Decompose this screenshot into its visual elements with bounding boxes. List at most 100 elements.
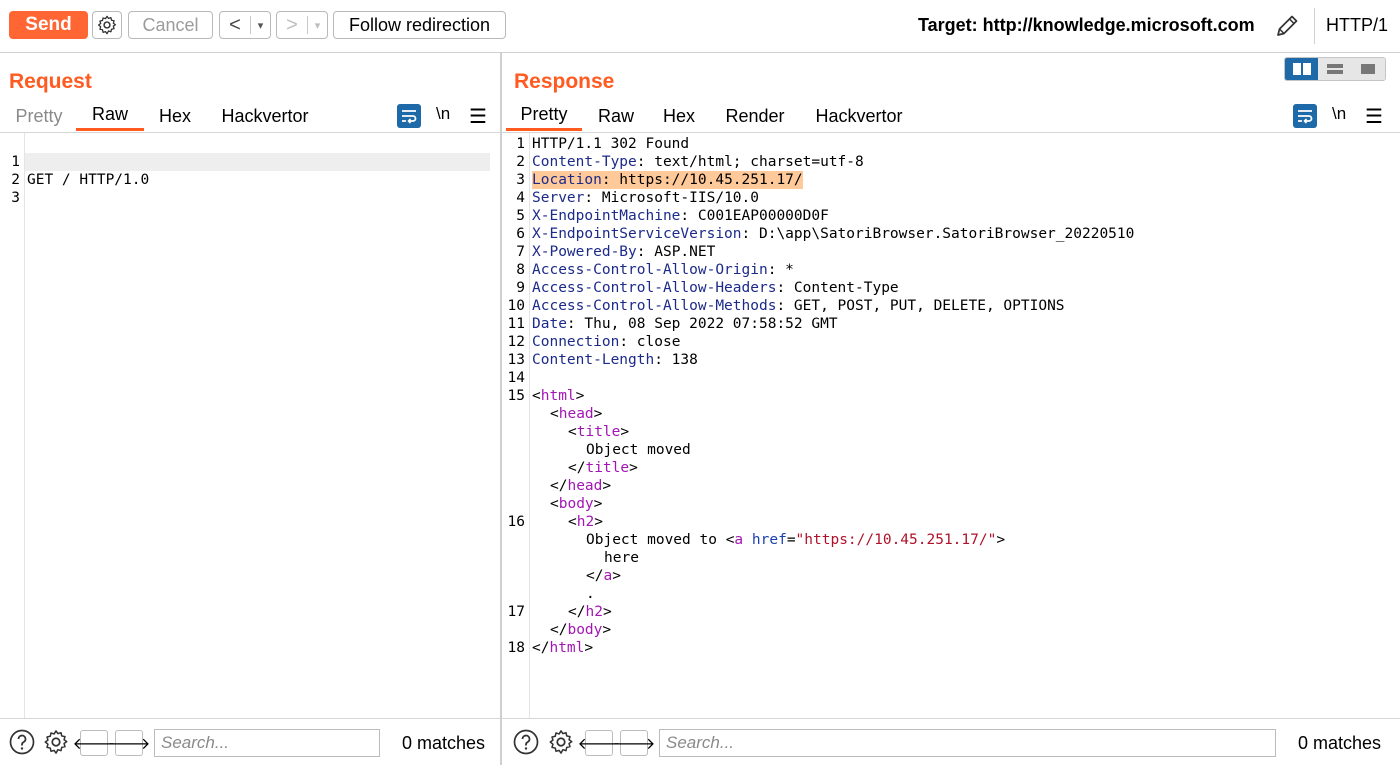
- search-next-button[interactable]: 🡒: [613, 730, 655, 756]
- response-newline-toggle[interactable]: \n: [1332, 104, 1346, 124]
- search-prev-button[interactable]: 🡐: [578, 730, 620, 756]
- code-line: 17 </h2>: [502, 603, 1400, 621]
- response-match-count: 0 matches: [1298, 733, 1382, 753]
- follow-redirection-button[interactable]: Follow redirection: [333, 11, 506, 39]
- line-number: 10: [507, 298, 525, 314]
- header-name: Access-Control-Allow-Headers: [532, 280, 777, 296]
- code-text: .: [586, 585, 595, 603]
- code-text: Content-Type: text/html; charset=utf-8: [532, 153, 864, 171]
- request-tab-hackvertor[interactable]: Hackvertor: [212, 101, 318, 131]
- html-tag-name: html: [549, 640, 585, 656]
- code-line: 9 Access-Control-Allow-Headers: Content-T…: [502, 279, 1400, 297]
- request-title: Request: [9, 70, 92, 93]
- code-token: .: [586, 586, 595, 602]
- layout-stacked-button[interactable]: [1318, 58, 1352, 80]
- request-tab-hex[interactable]: Hex: [152, 101, 198, 131]
- code-token: close: [628, 334, 681, 350]
- code-line: 7 X-Powered-By: ASP.NET: [502, 243, 1400, 261]
- code-punctuation: </: [568, 460, 586, 476]
- code-punctuation: :: [601, 172, 611, 188]
- history-back-button[interactable]: <: [220, 14, 250, 37]
- code-text: Access-Control-Allow-Headers: Content-Ty…: [532, 279, 899, 297]
- response-tab-pretty[interactable]: Pretty: [506, 101, 582, 131]
- edit-target-icon[interactable]: [1272, 11, 1302, 41]
- response-wrap-toggle[interactable]: [1293, 104, 1317, 128]
- code-text: Content-Length: 138: [532, 351, 698, 369]
- request-search-input[interactable]: [154, 729, 380, 757]
- rows-icon: [1326, 64, 1343, 74]
- code-text: </a>: [586, 567, 621, 585]
- code-punctuation: <: [550, 406, 559, 422]
- request-tab-pretty[interactable]: Pretty: [8, 101, 70, 131]
- html-tag-name: body: [558, 496, 594, 512]
- send-options-button[interactable]: [92, 11, 122, 39]
- code-token: ASP.NET: [645, 244, 716, 260]
- html-tag-name: h2: [585, 604, 603, 620]
- response-tab-hex[interactable]: Hex: [656, 101, 702, 131]
- help-icon[interactable]: [512, 728, 540, 756]
- code-punctuation: <: [550, 496, 559, 512]
- layout-single-button[interactable]: [1351, 58, 1385, 80]
- line-number: 2: [516, 154, 525, 170]
- cancel-button[interactable]: Cancel: [128, 11, 213, 39]
- code-line: 1 GET / HTTP/1.0: [0, 135, 500, 188]
- code-line: </head>: [502, 477, 1400, 495]
- layout-toggle: [1284, 57, 1386, 81]
- layout-side-by-side-button[interactable]: [1285, 58, 1319, 80]
- protocol-selector[interactable]: HTTP/1: [1326, 15, 1388, 36]
- code-punctuation: >: [593, 406, 603, 422]
- code-token: text/html; charset=utf-8: [645, 154, 864, 170]
- code-token: "https://10.45.251.17/": [795, 532, 997, 548]
- code-line: 14: [502, 369, 1400, 387]
- gear-icon[interactable]: [42, 728, 70, 756]
- line-number: 9: [516, 280, 525, 296]
- gear-icon[interactable]: [547, 728, 575, 756]
- line-number: 3: [516, 172, 525, 188]
- history-forward-dropdown[interactable]: ▾: [308, 19, 327, 32]
- html-tag-name: title: [576, 424, 621, 440]
- code-punctuation: </: [532, 640, 550, 656]
- code-token: 138: [662, 352, 698, 368]
- html-tag-name: a: [734, 532, 744, 548]
- code-token: Microsoft-IIS/10.0: [593, 190, 759, 206]
- line-number: 18: [507, 640, 525, 656]
- request-tab-raw[interactable]: Raw: [76, 101, 144, 131]
- word-wrap-icon: [402, 110, 417, 124]
- request-menu-icon[interactable]: ☰: [469, 104, 487, 129]
- response-tab-raw[interactable]: Raw: [590, 101, 642, 131]
- code-line: 4 Server: Microsoft-IIS/10.0: [502, 189, 1400, 207]
- send-button[interactable]: Send: [9, 11, 88, 39]
- response-editor[interactable]: 1 HTTP/1.1 302 Found 2 Content-Type: text/h…: [502, 132, 1400, 718]
- line-number: 4: [516, 190, 525, 206]
- code-token: D:\app\SatoriBrowser.SatoriBrowser_20220…: [750, 226, 1135, 242]
- line-number: 11: [507, 316, 525, 332]
- history-forward-button[interactable]: >: [277, 14, 307, 37]
- code-text: <head>: [550, 405, 602, 423]
- help-icon[interactable]: [8, 728, 36, 756]
- response-search-input[interactable]: [659, 729, 1276, 757]
- response-menu-icon[interactable]: ☰: [1365, 104, 1383, 129]
- html-tag-name: body: [567, 622, 603, 638]
- response-tab-render[interactable]: Render: [720, 101, 790, 131]
- history-back-dropdown[interactable]: ▾: [251, 19, 270, 32]
- request-wrap-toggle[interactable]: [397, 104, 421, 128]
- code-token: *: [776, 262, 794, 278]
- code-punctuation: </: [586, 568, 604, 584]
- target-label: Target: http://knowledge.microsoft.com: [918, 15, 1255, 35]
- gear-icon: [97, 15, 117, 35]
- code-line: <head>: [502, 405, 1400, 423]
- response-footer: 🡐 🡒 0 matches: [502, 718, 1400, 765]
- request-editor[interactable]: 1 GET / HTTP/1.0 2 3: [0, 132, 500, 718]
- request-newline-toggle[interactable]: \n: [436, 104, 450, 124]
- search-next-button[interactable]: 🡒: [108, 730, 150, 756]
- search-prev-button[interactable]: 🡐: [73, 730, 115, 756]
- code-text: </body>: [550, 621, 611, 639]
- response-pane: Response Pretty Raw Hex Render Hackverto…: [502, 53, 1400, 765]
- code-punctuation: :: [680, 208, 690, 224]
- arrow-right-icon: 🡒: [612, 735, 656, 753]
- line-number: 6: [516, 226, 525, 242]
- columns-icon: [1292, 63, 1311, 75]
- response-tab-hackvertor[interactable]: Hackvertor: [808, 101, 910, 131]
- code-line: 10 Access-Control-Allow-Methods: GET, POS…: [502, 297, 1400, 315]
- single-pane-icon: [1361, 64, 1376, 74]
